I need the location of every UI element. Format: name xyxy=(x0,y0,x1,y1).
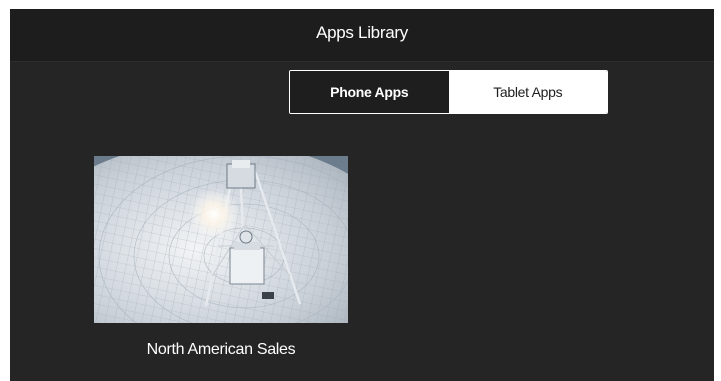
tab-phone-apps[interactable]: Phone Apps xyxy=(290,71,449,113)
app-thumbnail[interactable] xyxy=(94,156,348,323)
radio-telescope-dish-image xyxy=(94,156,348,323)
device-tabs: Phone Apps Tablet Apps xyxy=(289,70,608,114)
tab-tablet-apps[interactable]: Tablet Apps xyxy=(448,71,607,113)
app-tile[interactable]: North American Sales xyxy=(94,156,348,370)
page-title: Apps Library xyxy=(316,23,408,42)
apps-library-panel: Apps Library Phone Apps Tablet Apps Nort… xyxy=(10,9,714,381)
header-bar: Apps Library xyxy=(10,9,714,62)
app-name: North American Sales xyxy=(146,341,296,358)
